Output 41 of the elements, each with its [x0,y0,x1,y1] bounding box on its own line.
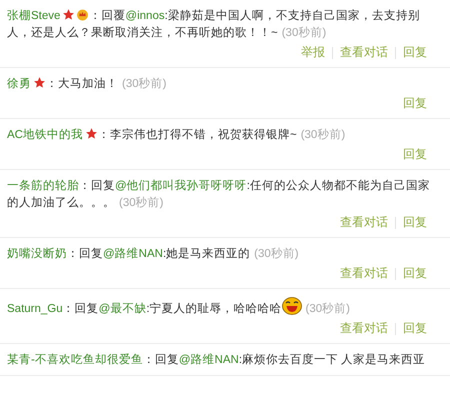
action-link[interactable]: 回复 [403,214,427,231]
mention-link[interactable]: @路维NAN [178,354,239,366]
timestamp: (30秒前) [254,248,299,260]
comment-text: 一条筋的轮胎：回复@他们都叫我孙哥呀呀呀:任何的公众人物都不能为自己国家的人加油了么。。。 (30秒前) [7,178,431,211]
username-link[interactable]: 奶嘴没断奶 [7,248,67,260]
action-link[interactable]: 回复 [403,265,427,282]
action-link[interactable]: 回复 [403,146,427,163]
timestamp: (30秒前) [282,27,326,39]
comment-text: 奶嘴没断奶：回复@路维NAN:她是马来西亚的 (30秒前) [7,246,300,262]
comment-text: 张棚Steve ：回覆@innos:梁静茹是中国人啊，不支持自己国家，去支持别人，还是人么？果断取消关注，不再听她的歌！！~ (30秒前) [7,8,421,41]
laughing-face-icon [282,297,302,315]
username-link[interactable]: 某青-不喜欢吃鱼却很爱鱼 [7,354,143,366]
action-link[interactable]: 查看对话 [340,320,388,337]
star-icon [62,8,76,21]
username-link[interactable]: 张棚Steve [7,10,60,22]
mention-link[interactable]: @最不缺 [98,303,146,315]
action-link[interactable]: 回复 [403,95,427,112]
comment-text: 某青-不喜欢吃鱼却很爱鱼：回复@路维NAN:麻烦你去百度一下 人家是马来西亚 [7,352,426,368]
comment-text: 徐勇 ：大马加油！ (30秒前) [7,76,168,92]
star-icon [84,127,98,140]
star-icon [33,76,46,89]
comment-text: Saturn_Gu：回复@最不缺:宁夏人的耻辱，哈哈哈哈 (30秒前) [7,297,443,318]
timestamp: (30秒前) [306,303,350,315]
username-link[interactable]: 徐勇 [7,78,31,90]
action-link[interactable]: 举报 [301,44,325,61]
username-link[interactable]: Saturn_Gu [7,303,63,315]
comment-text: AC地铁中的我 ：李宗伟也打得不错，祝贺获得银牌~ (30秒前) [7,127,346,143]
timestamp: (30秒前) [119,197,164,209]
mention-link[interactable]: @他们都叫我孙哥呀呀呀 [115,180,247,192]
mention-link[interactable]: @innos [125,10,165,22]
timestamp: (30秒前) [300,129,346,141]
action-link[interactable]: 查看对话 [340,265,388,282]
username-link[interactable]: 一条筋的轮胎 [7,180,79,192]
username-link[interactable]: AC地铁中的我 [7,129,83,141]
action-link[interactable]: 查看对话 [340,214,388,231]
mention-link[interactable]: @路维NAN [103,248,163,260]
crown-icon [76,8,90,21]
action-link[interactable]: 查看对话 [340,44,388,61]
timestamp: (30秒前) [122,78,166,90]
action-link[interactable]: 回复 [403,320,427,337]
action-link[interactable]: 回复 [403,44,427,61]
